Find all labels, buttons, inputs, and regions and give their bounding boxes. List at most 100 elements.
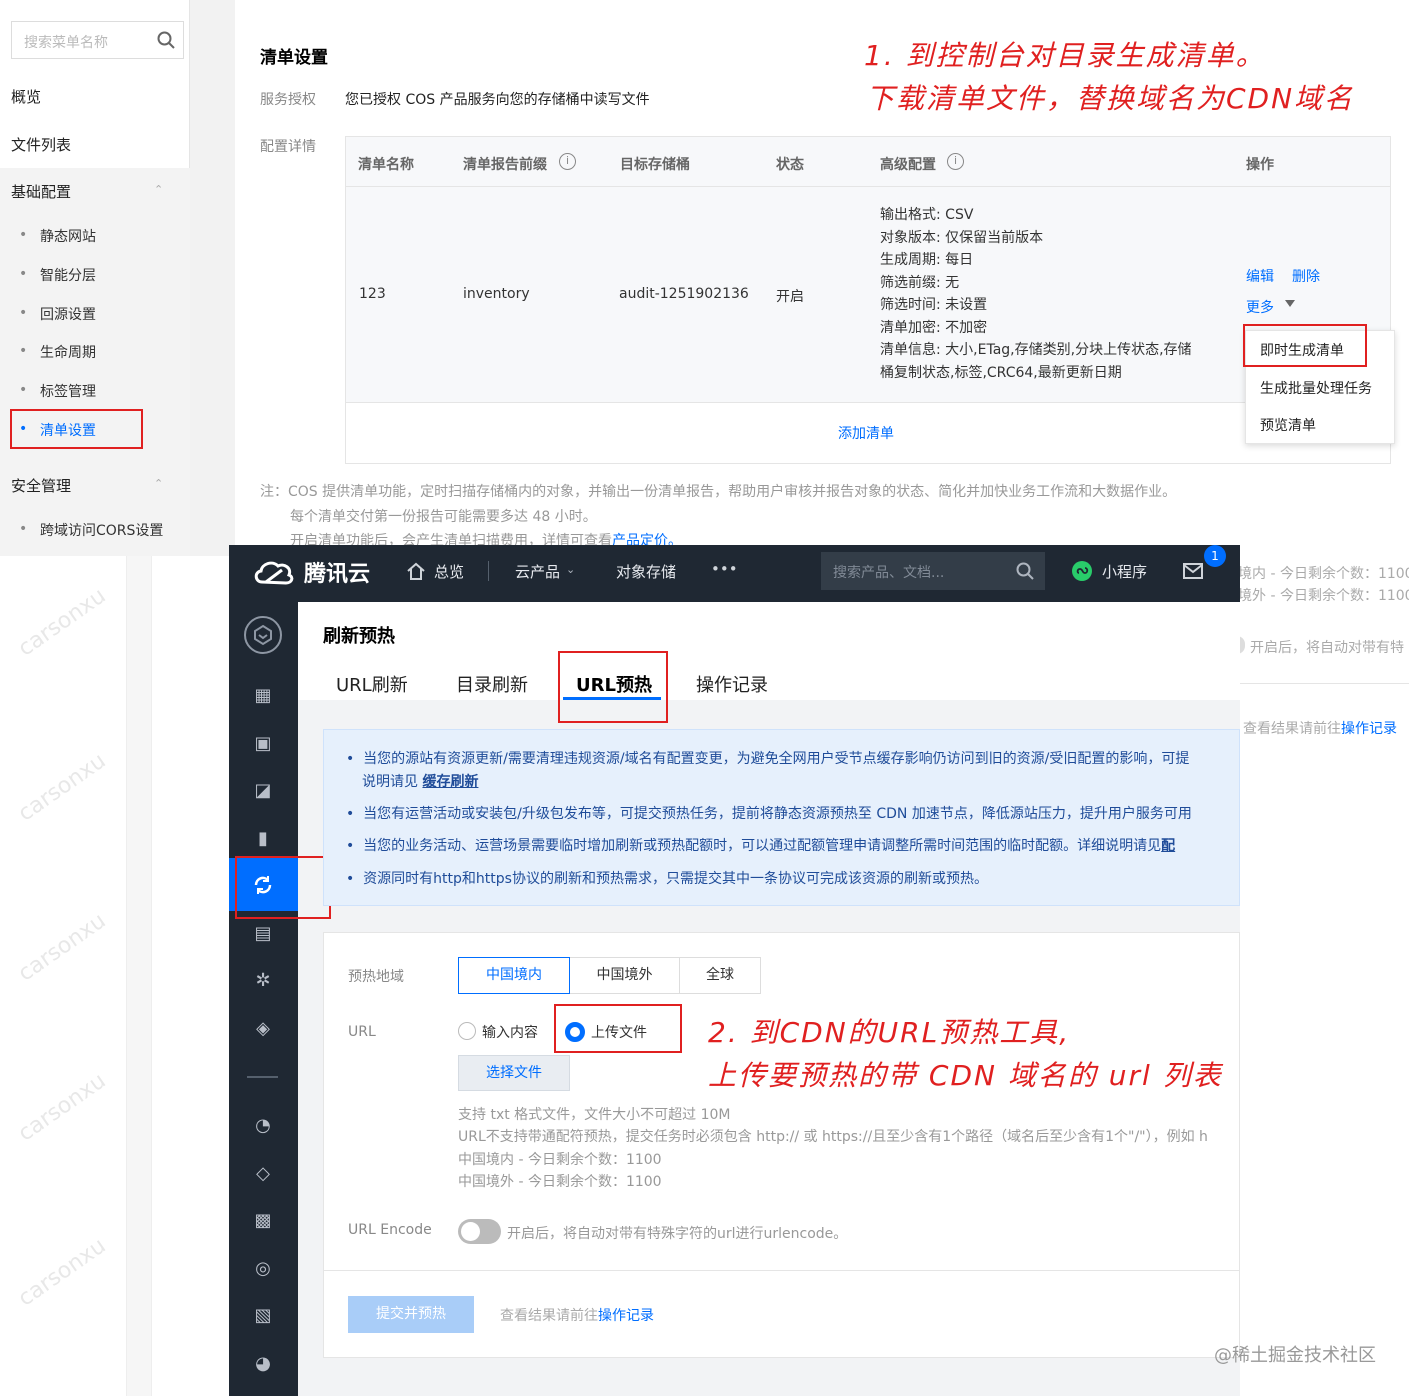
col-advanced: 高级配置 — [880, 157, 936, 173]
radio-input-content[interactable] — [458, 1022, 476, 1040]
partial-quota-domestic: 境内 - 今日剩余个数：1100 — [1238, 566, 1409, 582]
region-global[interactable]: 全球 — [679, 957, 761, 994]
search-placeholder: 搜索产品、文档... — [833, 565, 945, 581]
opt-input-label: 输入内容 — [482, 1025, 538, 1041]
menu-search-input[interactable]: 搜索菜单名称 — [11, 21, 184, 59]
home-icon[interactable] — [406, 561, 426, 581]
log-icon[interactable]: ▤ — [252, 923, 274, 945]
menu-security[interactable]: 安全管理 — [11, 475, 71, 496]
encode-toggle[interactable] — [458, 1219, 501, 1244]
security-icon[interactable]: ◈ — [252, 1018, 274, 1040]
tencent-cloud-logo-icon[interactable] — [252, 556, 296, 588]
edit-link[interactable]: 编辑 — [1246, 266, 1274, 286]
cdn-product-icon[interactable] — [244, 616, 282, 654]
info-icon[interactable]: i — [559, 153, 576, 170]
menu-lifecycle[interactable]: 生命周期 — [40, 342, 96, 362]
report-icon[interactable]: ◕ — [252, 1353, 274, 1375]
info-line3: • 当您的业务活动、运营场景需要临时增加刷新或预热配额时，可以通过配额管理申请调… — [346, 838, 1176, 854]
info-line1-cont: 说明请见 缓存刷新 — [362, 771, 478, 791]
partial-result-link[interactable]: 操作记录 — [1341, 721, 1397, 737]
search-placeholder: 搜索菜单名称 — [24, 35, 108, 51]
history-link[interactable]: 操作记录 — [598, 1308, 654, 1324]
info-icon[interactable]: i — [947, 153, 964, 170]
nav-cos[interactable]: 对象存储 — [616, 561, 676, 582]
delete-link[interactable]: 删除 — [1292, 266, 1320, 286]
dropdown-batch[interactable]: 生成批量处理任务 — [1260, 378, 1372, 398]
col-status: 状态 — [776, 157, 804, 173]
tab-history[interactable]: 操作记录 — [696, 671, 768, 697]
dashboard-icon[interactable]: ▦ — [252, 685, 274, 707]
cfg-time: 筛选时间: 未设置 — [880, 297, 988, 313]
left-strip — [126, 556, 152, 1396]
speed-icon[interactable]: ◔ — [252, 1115, 274, 1137]
miniprogram-icon[interactable] — [1072, 561, 1092, 581]
partial-result-text: 查看结果请前往 — [1243, 721, 1341, 737]
domain-icon[interactable]: ▣ — [252, 733, 274, 755]
region-overseas[interactable]: 中国境外 — [569, 957, 680, 994]
result-hint: 查看结果请前往操作记录 — [500, 1305, 654, 1325]
partial-encode-text: 开启后，将自动对带有特 — [1250, 640, 1404, 656]
menu-basic-config[interactable]: 基础配置 — [11, 181, 71, 202]
annotation-2-line2: 上传要预热的带 CDN 域名的 url 列表 — [708, 1059, 1223, 1092]
annotation-1-line2: 下载清单文件，替换域名为CDN域名 — [866, 82, 1355, 115]
auth-text: 您已授权 COS 产品服务向您的存储桶中读写文件 — [345, 92, 650, 108]
encode-desc: 开启后，将自动对带有特殊字符的url进行urlencode。 — [507, 1226, 848, 1242]
nav-overview[interactable]: 总览 — [434, 561, 464, 582]
menu-overview[interactable]: 概览 — [11, 86, 41, 107]
help-quota-overseas: 中国境外 - 今日剩余个数：1100 — [458, 1174, 662, 1190]
add-inventory-link[interactable]: 添加清单 — [838, 423, 894, 443]
encode-label: URL Encode — [348, 1222, 432, 1238]
note-line1: 注：COS 提供清单功能，定时扫描存储桶内的对象，并输出一份清单报告，帮助用户审… — [260, 484, 1177, 500]
url-label: URL — [348, 1024, 376, 1040]
menu-tiering[interactable]: 智能分层 — [40, 265, 96, 285]
bullet-icon: • — [19, 521, 28, 537]
cell-status: 开启 — [776, 289, 804, 305]
certificate-icon[interactable]: ◪ — [252, 780, 274, 802]
tab-dir-refresh[interactable]: 目录刷新 — [456, 671, 528, 697]
highlight-inventory-menu — [10, 409, 143, 449]
submit-preheat-button[interactable]: 提交并预热 — [348, 1296, 474, 1333]
cache-refresh-link[interactable]: 缓存刷新 — [422, 774, 478, 790]
menu-files[interactable]: 文件列表 — [11, 134, 71, 155]
info-line4-text: 资源同时有http和https协议的刷新和预热需求，只需提交其中一条协议可完成该… — [363, 871, 988, 887]
tab-url-refresh[interactable]: URL刷新 — [336, 671, 408, 697]
result-hint-text: 查看结果请前往 — [500, 1308, 598, 1324]
quota-link[interactable]: 配 — [1161, 838, 1175, 854]
bullet-icon: • — [19, 305, 28, 321]
notification-badge: 1 — [1204, 545, 1226, 567]
global-search-input[interactable]: 搜索产品、文档... — [821, 552, 1045, 590]
highlight-upload — [554, 1004, 682, 1053]
mail-icon[interactable] — [1183, 563, 1203, 579]
more-link[interactable]: 更多 — [1246, 297, 1274, 317]
menu-static-site[interactable]: 静态网站 — [40, 226, 96, 246]
diagnose-icon[interactable]: ◎ — [252, 1258, 274, 1280]
annotation-1-line1: 1. 到控制台对目录生成清单。 — [864, 39, 1266, 72]
dropdown-preview[interactable]: 预览清单 — [1260, 415, 1316, 435]
search-icon[interactable] — [1016, 562, 1034, 580]
partial-result: 查看结果请前往操作记录 — [1243, 718, 1397, 738]
cfg-cycle: 生成周期: 每日 — [880, 252, 974, 268]
info-line2: • 当您有运营活动或安装包/升级包发布等，可提交预热任务，提前将静态资源预热至 … — [346, 806, 1192, 822]
choose-file-button[interactable]: 选择文件 — [458, 1055, 570, 1091]
statistics-icon[interactable]: ▮ — [252, 828, 274, 850]
cell-bucket: audit-1251902136 — [619, 286, 749, 302]
brand-name: 腾讯云 — [304, 562, 371, 587]
content-gap — [190, 0, 235, 556]
plugin-icon[interactable]: ✲ — [252, 970, 274, 992]
nav-miniprogram[interactable]: 小程序 — [1102, 561, 1147, 582]
cfg-info: 清单信息: 大小,ETag,存储类别,分块上传状态,存储 — [880, 342, 1192, 358]
menu-cors[interactable]: 跨域访问CORS设置 — [40, 520, 163, 540]
col-ops: 操作 — [1246, 157, 1274, 173]
help-quota-domestic: 中国境内 - 今日剩余个数：1100 — [458, 1152, 662, 1168]
edge-icon[interactable]: ◇ — [252, 1163, 274, 1185]
menu-tags[interactable]: 标签管理 — [40, 381, 96, 401]
help-url-rule: URL不支持带通配符预热，提交任务时必须包含 http:// 或 https:/… — [458, 1129, 1208, 1145]
search-icon[interactable] — [157, 31, 175, 49]
region-domestic[interactable]: 中国境内 — [458, 957, 570, 994]
nav-products[interactable]: 云产品 — [515, 561, 560, 582]
highlight-instant — [1243, 324, 1367, 367]
more-icon[interactable]: ••• — [711, 560, 738, 578]
ip-icon[interactable]: ▩ — [252, 1210, 274, 1232]
menu-origin[interactable]: 回源设置 — [40, 304, 96, 324]
image-icon[interactable]: ▧ — [252, 1305, 274, 1327]
